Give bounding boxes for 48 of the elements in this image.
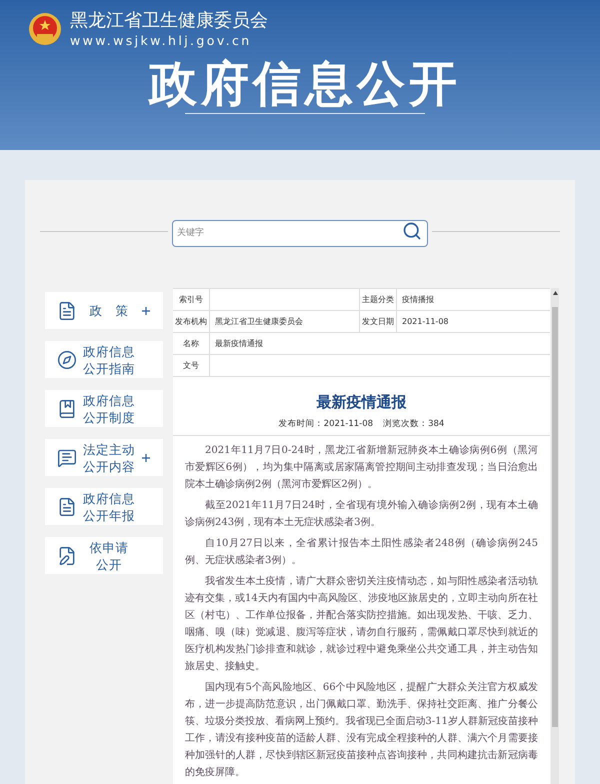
emblem-icon <box>28 12 62 48</box>
table-label: 主题分类 <box>362 294 394 306</box>
document-icon <box>57 300 77 322</box>
table-label: 发布机构 <box>175 316 207 328</box>
article-title: 最新疫情通报 <box>316 392 406 413</box>
compass-icon <box>57 348 77 370</box>
website-url: www.wsjkw.hlj.gov.cn <box>70 32 253 49</box>
view-count: 浏览次数：384 <box>383 418 444 430</box>
article-paragraph: 2021年11月7日0-24时，黑龙江省新增新冠肺炎本土确诊病例6例（黑河市爱辉区6例），均为集中隔离或居家隔离管控期间主动排查发现；当日治愈出院本土确诊病例2例（黑河市爱辉区2例）。 <box>185 444 538 492</box>
table-label: 索引号 <box>179 294 203 306</box>
sidebar-item-label: 法定主动 <box>83 440 135 458</box>
table-label: 名称 <box>183 338 199 350</box>
scrollbar[interactable] <box>551 288 559 784</box>
article-paragraph: 自10月27日以来，全省累计报告本土阳性感染者248例（确诊病例245例、无症状感染者3例）。 <box>185 536 538 568</box>
sidebar-item[interactable]: 政府信息 公开指南 <box>45 341 163 378</box>
page-banner-title: 政府信息公开 <box>147 55 461 113</box>
sidebar-item-label: 公开年报 <box>83 506 135 524</box>
table-value: 黑龙江省卫生健康委员会 <box>215 316 303 328</box>
sidebar-item[interactable]: 政府信息 公开制度 <box>45 390 163 427</box>
table-value: 2021-11-08 <box>402 316 448 328</box>
sidebar-item-label: 公开制度 <box>83 408 135 426</box>
document-pen-icon <box>57 544 77 566</box>
sidebar-item-label: 公开 <box>96 556 122 572</box>
table-value: 最新疫情通报 <box>215 338 263 350</box>
sidebar-item[interactable]: 依申请 公开 <box>45 537 163 574</box>
sidebar-item-label: 公开内容 <box>83 458 135 474</box>
sidebar-item-label: 政府信息 <box>83 490 135 506</box>
table-value: 疫情播报 <box>402 294 434 306</box>
sidebar-item[interactable]: 政 策 <box>45 292 163 329</box>
table-label: 文号 <box>183 360 199 372</box>
table-label: 发文日期 <box>362 316 394 328</box>
organization-name: 黑龙江省卫生健康委员会 <box>70 10 268 32</box>
scroll-up-arrow-icon[interactable] <box>552 291 558 295</box>
article-paragraph: 截至2021年11月7日24时，全省现有境外输入确诊病例2例，现有本土确诊病例243例，现有本土无症状感染者3例。 <box>185 498 538 530</box>
sidebar-item[interactable]: 政府信息 公开年报 <box>45 488 163 525</box>
book-icon <box>57 398 77 420</box>
search-field[interactable]: 关键字 <box>172 220 428 246</box>
sidebar-item-label: 政府信息 <box>83 392 135 408</box>
article-paragraph: 我省发生本土疫情，请广大群众密切关注疫情动态，如与阳性感染者活动轨迹有交集，或14天内有国内中高风险区、涉疫地区旅居史的，立即主动向所在社区（村屯）、工作单位报备，并配合落实防控措施。如出现发热、干咳、乏力、咽痛、嗅（味）觉减退、腹泻等症状，请勿自行服药，需佩戴口罩尽快到就近的医疗机构发热门诊排查和就诊，就诊过程中避免乘坐公共交通工具，并主动告知旅居史、接触史。 <box>185 574 538 674</box>
document-icon <box>57 496 77 518</box>
sidebar-item[interactable]: 法定主动 公开内容 <box>45 439 163 476</box>
sidebar-item-label: 公开指南 <box>83 360 135 376</box>
publish-date: 发布时间：2021-11-08 <box>278 418 374 430</box>
sidebar-item-label: 政 策 <box>90 302 128 319</box>
sidebar-item-label: 政府信息 <box>83 342 135 360</box>
search-icon[interactable] <box>402 221 422 241</box>
article-paragraph: 国内现有5个高风险地区、66个中风险地区，提醒广大群众关注官方权威发布，进一步提高防范意识，出门佩戴口罩、勤洗手、保持社交距离、推广分餐公筷、垃圾分类投放、看病网上预约。我省现已全面启动3-11岁人群新冠疫苗接种工作，请没有接种疫苗的适龄人群、没有完成全程接种的人群、满六个月需要接种加强针的人群，尽快到辖区新冠疫苗接种点咨询接种，共同构建抗击新冠病毒的免疫屏障。 <box>185 680 538 780</box>
sidebar-item-label: 依申请 <box>90 538 128 556</box>
